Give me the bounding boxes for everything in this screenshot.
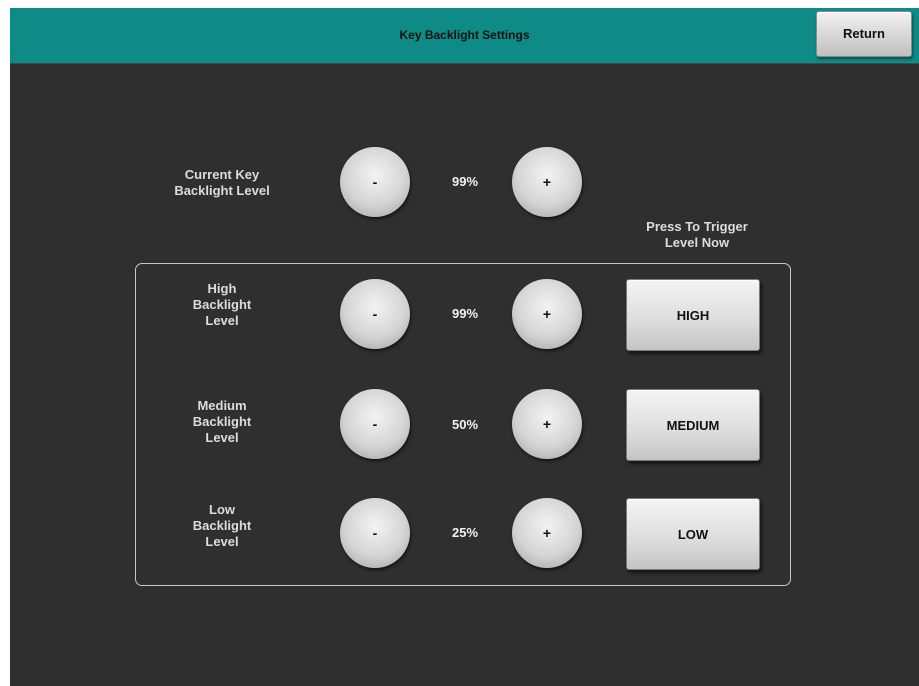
high-level-label-line2: Backlight: [192, 297, 252, 312]
medium-level-label-line2: Backlight: [192, 414, 252, 429]
high-level-decrease-button[interactable]: -: [340, 279, 410, 349]
header-bar: Key Backlight Settings Return: [10, 8, 919, 64]
medium-level-increase-button[interactable]: +: [512, 389, 582, 459]
trigger-low-button[interactable]: LOW: [626, 498, 760, 570]
trigger-high-button[interactable]: HIGH: [626, 279, 760, 351]
medium-level-label-line3: Level: [205, 430, 239, 445]
low-level-label: Low Backlight Level: [152, 502, 292, 550]
trigger-medium-button[interactable]: MEDIUM: [626, 389, 760, 461]
medium-level-label: Medium Backlight Level: [152, 398, 292, 446]
medium-level-label-line1: Medium: [197, 398, 247, 413]
current-level-label-line2: Backlight Level: [174, 183, 270, 198]
page-title: Key Backlight Settings: [399, 28, 530, 42]
medium-level-decrease-button[interactable]: -: [340, 389, 410, 459]
trigger-column-label-line2: Level Now: [664, 235, 730, 250]
low-level-decrease-button[interactable]: -: [340, 498, 410, 568]
current-level-value: 99%: [451, 174, 479, 189]
current-level-label-line1: Current Key: [184, 167, 260, 182]
low-level-increase-button[interactable]: +: [512, 498, 582, 568]
medium-level-value: 50%: [451, 417, 479, 432]
low-level-label-line2: Backlight: [192, 518, 252, 533]
low-level-label-line1: Low: [209, 502, 235, 517]
return-button[interactable]: Return: [816, 11, 912, 57]
current-level-decrease-button[interactable]: -: [340, 147, 410, 217]
low-level-value: 25%: [451, 525, 479, 540]
high-level-label-line1: High: [207, 281, 237, 296]
settings-screen: Key Backlight Settings Return Current Ke…: [10, 8, 919, 686]
trigger-column-label: Press To Trigger Level Now: [627, 219, 767, 251]
high-level-increase-button[interactable]: +: [512, 279, 582, 349]
high-level-label-line3: Level: [205, 313, 239, 328]
low-level-label-line3: Level: [205, 534, 239, 549]
current-level-label: Current Key Backlight Level: [152, 167, 292, 199]
current-level-increase-button[interactable]: +: [512, 147, 582, 217]
high-level-label: High Backlight Level: [152, 281, 292, 329]
high-level-value: 99%: [451, 306, 479, 321]
trigger-column-label-line1: Press To Trigger: [646, 219, 748, 234]
